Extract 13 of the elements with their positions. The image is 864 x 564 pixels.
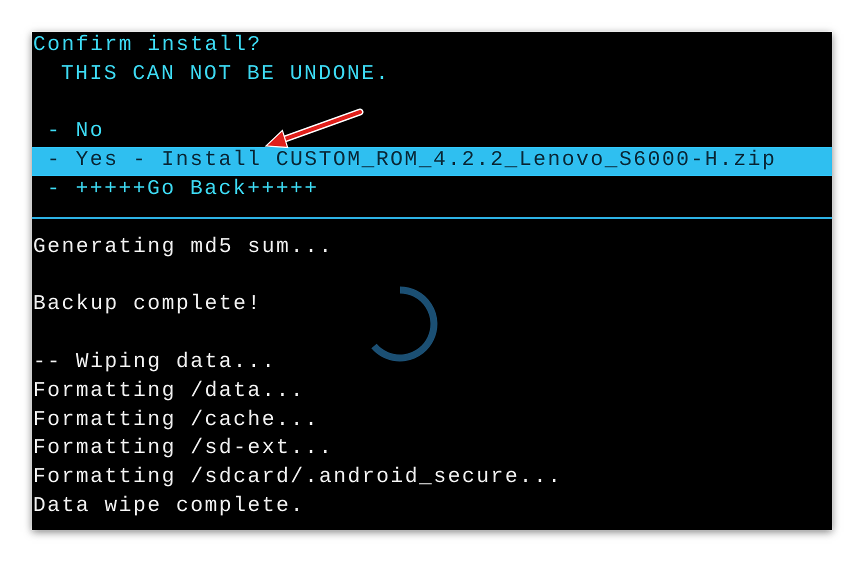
warning-text: THIS CAN NOT BE UNDONE.: [60, 62, 390, 88]
prompt-title: Confirm install?: [32, 33, 262, 59]
menu-option[interactable]: - No: [32, 118, 832, 148]
log-line: Formatting /cache...: [32, 408, 320, 434]
log-line: Backup complete!: [32, 292, 262, 318]
log-line: Formatting /sdcard/.android_secure...: [32, 465, 562, 492]
log-line: Data wipe complete.: [32, 494, 305, 520]
log-line: Formatting /sd-ext...: [32, 436, 334, 462]
menu-option[interactable]: - +++++Go Back+++++: [32, 176, 832, 205]
menu-option[interactable]: - Yes - Install CUSTOM_ROM_4.2.2_Lenovo_S6000-H.zip: [32, 147, 832, 176]
log-line: -- Wiping data...: [32, 350, 276, 376]
log-line: Generating md5 sum...: [32, 234, 334, 261]
log-line: Formatting /data...: [32, 378, 305, 405]
